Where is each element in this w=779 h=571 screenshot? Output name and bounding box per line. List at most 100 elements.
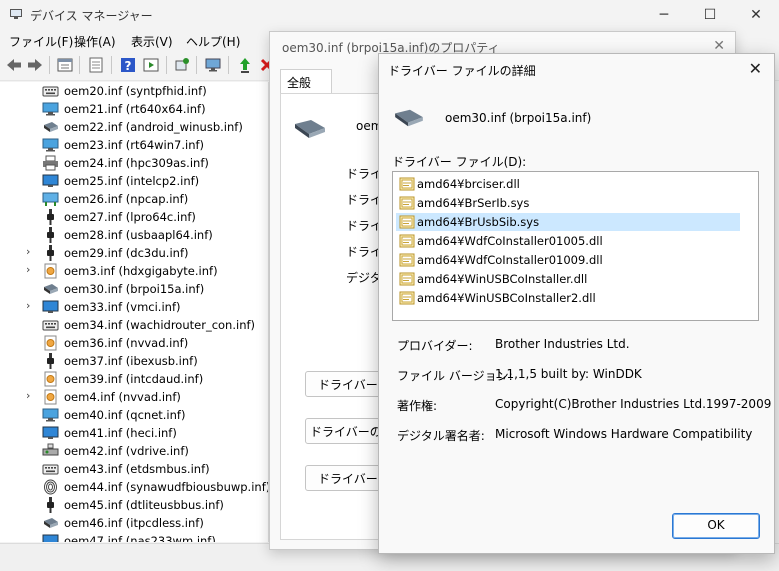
- ok-button-label: OK: [707, 518, 725, 532]
- tree-row[interactable]: oem22.inf (android_winusb.inf): [0, 118, 268, 136]
- details-close-button[interactable]: ✕: [749, 59, 762, 78]
- tree-row[interactable]: oem34.inf (wachidrouter_con.inf): [0, 316, 268, 334]
- digital-signer-label: デジタル署名者:: [397, 429, 485, 443]
- tree-row[interactable]: oem27.inf (lpro64c.inf): [0, 208, 268, 226]
- tree-row[interactable]: oem42.inf (vdrive.inf): [0, 442, 268, 460]
- digital-signer-value: Microsoft Windows Hardware Compatibility: [495, 427, 753, 441]
- tree-row-label: oem41.inf (heci.inf): [64, 426, 177, 440]
- file-list-item[interactable]: amd64¥brciser.dll: [396, 175, 740, 193]
- file-name: amd64¥WinUSBCoInstaller.dll: [417, 272, 588, 286]
- tree-row-label: oem23.inf (rt64win7.inf): [64, 138, 205, 152]
- printer-icon: [42, 155, 59, 171]
- tree-row-label: oem44.inf (synawudfbiousbuwp.inf): [64, 480, 269, 494]
- minimize-button[interactable]: ─: [641, 0, 687, 30]
- menu-view[interactable]: 表示(V): [131, 33, 173, 50]
- scan-hardware-icon[interactable]: [173, 56, 191, 74]
- tree-row[interactable]: oem46.inf (itpcdless.inf): [0, 514, 268, 532]
- file-name: amd64¥brciser.dll: [417, 177, 520, 191]
- file-list-item[interactable]: amd64¥WinUSBCoInstaller.dll: [396, 270, 740, 288]
- tree-row[interactable]: oem37.inf (ibexusb.inf): [0, 352, 268, 370]
- maximize-button[interactable]: ☐: [687, 0, 733, 30]
- network-icon: [42, 407, 59, 423]
- digital-signer-label: デジタ: [346, 271, 382, 285]
- forward-arrow-icon[interactable]: [26, 56, 44, 74]
- driver-files-list[interactable]: amd64¥brciser.dll amd64¥BrSerIb.sys amd64¥…: [392, 171, 759, 321]
- tree-row-label: oem40.inf (qcnet.inf): [64, 408, 186, 422]
- doc-icon: [42, 263, 59, 279]
- file-name: amd64¥WdfCoInstaller01005.dll: [417, 234, 603, 248]
- tree-row[interactable]: oem44.inf (synawudfbiousbuwp.inf): [0, 478, 268, 496]
- help-icon[interactable]: ?: [119, 56, 137, 74]
- file-icon: [399, 234, 415, 248]
- tab-general[interactable]: 全般: [280, 69, 332, 94]
- plug-icon: [42, 353, 59, 369]
- tree-row[interactable]: oem26.inf (npcap.inf): [0, 190, 268, 208]
- tree-row-label: oem30.inf (brpoi15a.inf): [64, 282, 205, 296]
- chevron-right-icon[interactable]: ›: [26, 264, 36, 276]
- menu-action[interactable]: 操作(A): [74, 33, 116, 50]
- tree-row[interactable]: oem47.inf (nas233wm.inf): [0, 532, 268, 542]
- tree-row[interactable]: oem28.inf (usbaapl64.inf): [0, 226, 268, 244]
- file-icon: [399, 253, 415, 267]
- tree-row[interactable]: › oem33.inf (vmci.inf): [0, 298, 268, 316]
- tree-row-label: oem42.inf (vdrive.inf): [64, 444, 189, 458]
- chevron-right-icon[interactable]: ›: [26, 300, 36, 312]
- tree-view-icon[interactable]: [87, 56, 105, 74]
- window-title: デバイス マネージャー: [30, 9, 153, 23]
- network-icon: [42, 101, 59, 117]
- tree-row[interactable]: oem23.inf (rt64win7.inf): [0, 136, 268, 154]
- tree-row[interactable]: › oem4.inf (nvvad.inf): [0, 388, 268, 406]
- tree-row-label: oem20.inf (syntpfhid.inf): [64, 84, 207, 98]
- back-arrow-icon[interactable]: [5, 56, 23, 74]
- tree-row[interactable]: oem43.inf (etdsmbus.inf): [0, 460, 268, 478]
- file-list-item[interactable]: amd64¥BrUsbSib.sys: [396, 213, 740, 231]
- driver-icon: [395, 109, 423, 127]
- tree-row[interactable]: oem40.inf (qcnet.inf): [0, 406, 268, 424]
- tree-row-label: oem36.inf (nvvad.inf): [64, 336, 189, 350]
- tree-row[interactable]: › oem29.inf (dc3du.inf): [0, 244, 268, 262]
- file-list-item[interactable]: amd64¥WdfCoInstaller01009.dll: [396, 251, 740, 269]
- plug-icon: [42, 497, 59, 513]
- tree-row[interactable]: oem45.inf (dtliteusbbus.inf): [0, 496, 268, 514]
- tree-row-label: oem22.inf (android_winusb.inf): [64, 120, 243, 134]
- run-icon[interactable]: [142, 56, 160, 74]
- doc-icon: [42, 389, 59, 405]
- tree-row[interactable]: oem30.inf (brpoi15a.inf): [0, 280, 268, 298]
- title-bar: デバイス マネージャー ─ ☐ ✕: [0, 0, 779, 30]
- driver-date-label: ドライ: [346, 193, 383, 207]
- tree-row[interactable]: oem41.inf (heci.inf): [0, 424, 268, 442]
- tree-row[interactable]: oem20.inf (syntpfhid.inf): [0, 82, 268, 100]
- menu-help[interactable]: ヘルプ(H): [186, 33, 240, 50]
- update-driver-icon[interactable]: [236, 56, 254, 74]
- tree-row[interactable]: oem21.inf (rt640x64.inf): [0, 100, 268, 118]
- ok-button[interactable]: OK: [672, 513, 760, 539]
- tree-row[interactable]: › oem3.inf (hdxgigabyte.inf): [0, 262, 268, 280]
- tree-row[interactable]: oem36.inf (nvvad.inf): [0, 334, 268, 352]
- menu-file[interactable]: ファイル(F): [9, 33, 73, 50]
- file-list-item[interactable]: amd64¥WdfCoInstaller01005.dll: [396, 232, 740, 250]
- monitor-icon: [42, 533, 59, 542]
- tree-row-label: oem27.inf (lpro64c.inf): [64, 210, 196, 224]
- close-button[interactable]: ✕: [733, 0, 779, 30]
- device-manager-icon: [10, 9, 22, 19]
- file-name: amd64¥WinUSBCoInstaller2.dll: [417, 291, 596, 305]
- file-icon: [399, 177, 415, 191]
- chevron-right-icon[interactable]: ›: [26, 390, 36, 402]
- network-icon: [42, 137, 59, 153]
- tree-row-label: oem43.inf (etdsmbus.inf): [64, 462, 210, 476]
- monitor-icon[interactable]: [204, 56, 222, 74]
- tree-row-label: oem4.inf (nvvad.inf): [64, 390, 181, 404]
- file-list-item[interactable]: amd64¥BrSerIb.sys: [396, 194, 740, 212]
- properties-icon[interactable]: [56, 56, 74, 74]
- file-list-item[interactable]: amd64¥WinUSBCoInstaller2.dll: [396, 289, 740, 307]
- provider-value: Brother Industries Ltd.: [495, 337, 630, 351]
- properties-close-button[interactable]: ✕: [713, 38, 725, 54]
- tree-row[interactable]: oem39.inf (intcdaud.inf): [0, 370, 268, 388]
- usb-icon: [42, 119, 59, 135]
- tree-row[interactable]: oem24.inf (hpc309as.inf): [0, 154, 268, 172]
- tree-row-label: oem33.inf (vmci.inf): [64, 300, 181, 314]
- plug-icon: [42, 245, 59, 261]
- tree-row[interactable]: oem25.inf (intelcp2.inf): [0, 172, 268, 190]
- copyright-label: 著作権:: [397, 399, 438, 413]
- chevron-right-icon[interactable]: ›: [26, 246, 36, 258]
